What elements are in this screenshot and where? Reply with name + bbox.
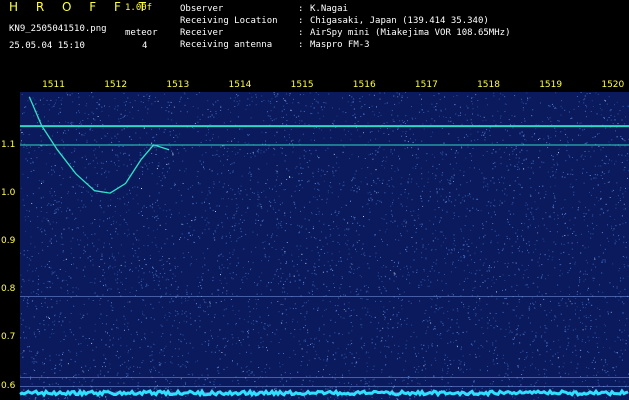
x-tick-label: 1514 xyxy=(228,80,252,90)
y-tick-label: 0.9 xyxy=(1,236,16,247)
hroft-window: H R O F F T 1.00f KN9_2505041510.png met… xyxy=(0,0,629,400)
meta-key: Receiver xyxy=(180,28,224,38)
meta-value: Maspro FM-3 xyxy=(310,40,370,50)
x-tick-label: 1511 xyxy=(42,80,65,90)
y-tick-label: 1.0 xyxy=(1,188,16,199)
meta-key: Receiving Location xyxy=(180,16,278,26)
meta-row-antenna: Receiving antenna: Maspro FM-3 xyxy=(180,40,370,50)
app-version: 1.00f xyxy=(125,3,153,13)
x-tick-label: 1515 xyxy=(290,80,314,90)
y-tick-label: 0.7 xyxy=(1,332,16,343)
y-tick-label: 0.8 xyxy=(1,284,16,295)
x-tick-label: 1513 xyxy=(166,80,190,90)
meta-value: Chigasaki, Japan (139.414 35.340) xyxy=(310,16,489,26)
file-name: KN9_2505041510.png xyxy=(9,24,107,34)
meta-value: AirSpy mini (Miakejima VOR 108.65MHz) xyxy=(310,28,511,38)
x-tick-label: 1520 xyxy=(601,80,625,90)
meta-row-location: Receiving Location: Chigasaki, Japan (139… xyxy=(180,16,489,26)
mode-label: meteor xyxy=(125,28,158,38)
y-tick-label: 1.1 xyxy=(1,139,16,150)
mode-value: 4 xyxy=(142,41,148,51)
meta-value: K.Nagai xyxy=(310,4,348,14)
observation-metadata: Observer: K.Nagai Receiving Location: Chig… xyxy=(180,3,510,51)
x-tick-label: 1512 xyxy=(104,80,128,90)
y-tick-label: 0.6 xyxy=(1,380,16,391)
meta-row-observer: Observer: K.Nagai xyxy=(180,4,348,14)
meta-key: Observer xyxy=(180,4,224,14)
meta-key: Receiving antenna xyxy=(180,40,273,50)
meta-row-receiver: Receiver: AirSpy mini (Miakejima VOR 108.… xyxy=(180,28,511,38)
x-tick-label: 1519 xyxy=(539,80,563,90)
capture-datetime: 25.05.04 15:10 xyxy=(9,41,85,51)
spectrogram xyxy=(0,76,629,400)
x-tick-label: 1517 xyxy=(414,80,438,90)
x-tick-label: 1516 xyxy=(352,80,376,90)
x-tick-label: 1518 xyxy=(477,80,500,90)
